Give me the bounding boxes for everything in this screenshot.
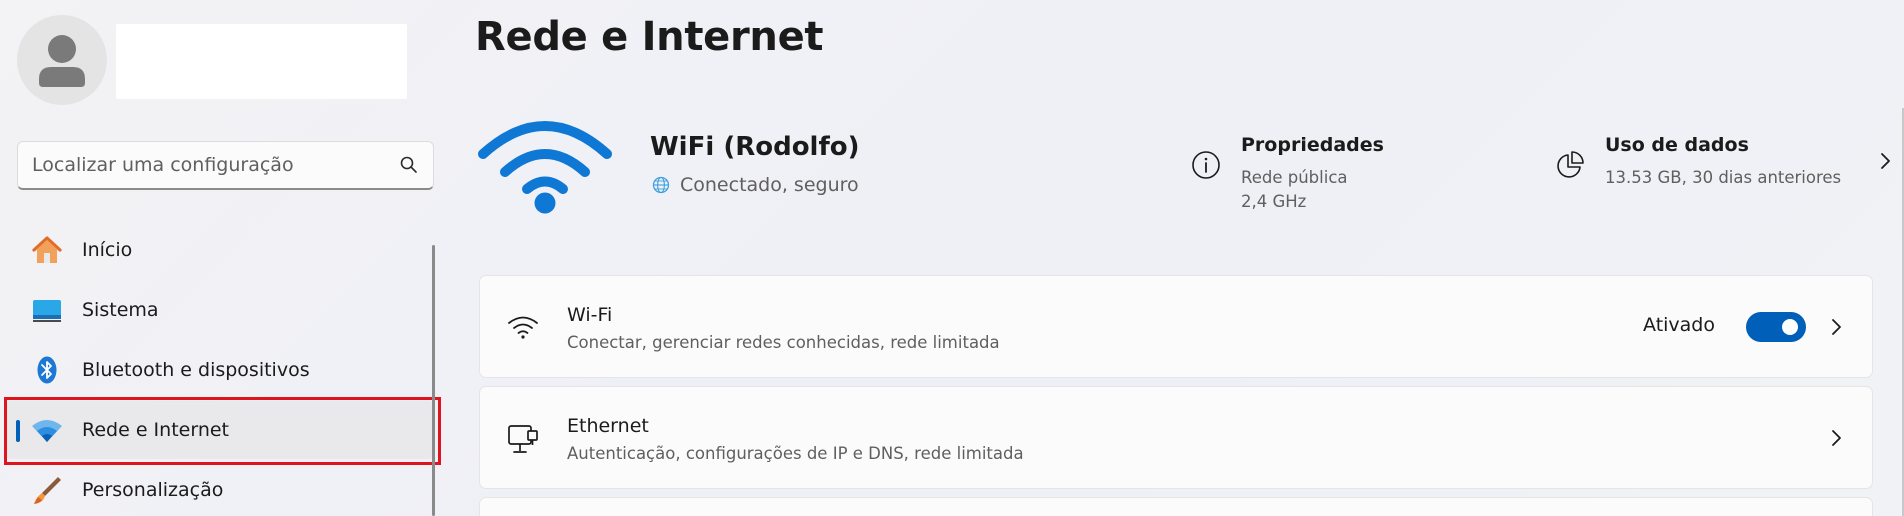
next-card-partial[interactable] <box>479 497 1873 516</box>
sidebar-item-label: Início <box>82 239 133 261</box>
avatar[interactable] <box>17 15 107 105</box>
bluetooth-icon <box>37 356 57 384</box>
chevron-right-icon <box>1881 153 1890 169</box>
network-profile: Rede pública <box>1241 168 1348 187</box>
home-icon <box>32 236 62 263</box>
sidebar-item-label: Sistema <box>82 299 159 321</box>
sidebar-item-label: Personalização <box>82 479 224 501</box>
pie-chart-icon <box>1557 151 1584 178</box>
sidebar-item-rede-internet[interactable]: Rede e Internet <box>4 401 434 459</box>
data-usage-link[interactable]: Uso de dados 13.53 GB, 30 dias anteriore… <box>1555 130 1895 220</box>
properties-title: Propriedades <box>1241 134 1384 156</box>
network-band: 2,4 GHz <box>1241 192 1307 211</box>
info-icon <box>1192 151 1220 179</box>
wifi-card-subtitle: Conectar, gerenciar redes conhecidas, re… <box>567 333 1000 352</box>
wifi-toggle[interactable] <box>1746 312 1806 342</box>
sidebar-item-label: Bluetooth e dispositivos <box>82 359 310 381</box>
wifi-card[interactable]: Wi-Fi Conectar, gerenciar redes conhecid… <box>479 275 1873 378</box>
search-box[interactable] <box>17 141 434 190</box>
wifi-icon <box>508 316 538 339</box>
sidebar-item-personalizacao[interactable]: Personalização <box>4 461 434 516</box>
connection-status: Conectado, seguro <box>652 174 859 196</box>
data-usage-title: Uso de dados <box>1605 134 1749 156</box>
ethernet-card-subtitle: Autenticação, configurações de IP e DNS,… <box>567 444 1024 463</box>
system-monitor-icon <box>33 300 61 322</box>
ethernet-card-title: Ethernet <box>567 415 649 437</box>
sidebar-item-sistema[interactable]: Sistema <box>4 281 434 339</box>
sidebar-item-inicio[interactable]: Início <box>4 221 434 279</box>
brush-icon <box>34 477 61 504</box>
sidebar-item-bluetooth[interactable]: Bluetooth e dispositivos <box>4 341 434 399</box>
network-hero: WiFi (Rodolfo) Conectado, seguro Proprie… <box>475 104 1895 224</box>
toggle-knob <box>1782 319 1798 335</box>
network-name: WiFi (Rodolfo) <box>650 132 860 162</box>
chevron-right-icon <box>1832 430 1841 446</box>
active-indicator <box>16 420 20 442</box>
sidebar: Início Sistema Bluetooth e dispositivos <box>0 0 448 516</box>
wifi-card-title: Wi-Fi <box>567 304 613 326</box>
data-usage-value: 13.53 GB, 30 dias anteriores <box>1605 168 1842 187</box>
properties-link[interactable]: Propriedades Rede pública 2,4 GHz <box>1191 130 1441 220</box>
status-text: Conectado, seguro <box>680 174 859 196</box>
page-title: Rede e Internet <box>475 14 824 60</box>
wifi-toggle-label: Ativado <box>1643 314 1715 336</box>
chevron-right-icon <box>1832 319 1841 335</box>
search-icon[interactable] <box>399 155 419 175</box>
sidebar-scrollbar[interactable] <box>432 245 435 516</box>
wifi-signal-icon <box>478 121 612 214</box>
search-input[interactable] <box>32 142 392 188</box>
wifi-icon <box>32 420 62 442</box>
ethernet-card[interactable]: Ethernet Autenticação, configurações de … <box>479 386 1873 489</box>
main-content: Rede e Internet WiFi (Rodolfo) Conectado… <box>475 0 1904 516</box>
sidebar-item-label: Rede e Internet <box>82 419 229 441</box>
username-redacted <box>116 24 407 99</box>
ethernet-icon <box>508 425 538 453</box>
globe-icon <box>652 176 670 194</box>
user-icon <box>39 35 85 87</box>
settings-window: Início Sistema Bluetooth e dispositivos <box>0 0 1904 516</box>
sidebar-nav: Início Sistema Bluetooth e dispositivos <box>0 221 440 516</box>
